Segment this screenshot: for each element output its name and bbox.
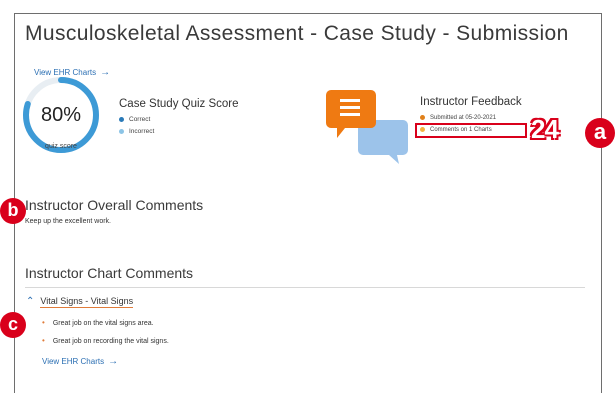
chart-comment-item: • Great job on the vital signs area. (42, 318, 154, 327)
chat-bubbles-icon (326, 90, 408, 164)
vital-signs-group-toggle[interactable]: ⌃ Vital Signs - Vital Signs (26, 296, 134, 308)
instructor-feedback-title: Instructor Feedback (420, 96, 522, 108)
annotation-badge-b: b (0, 198, 26, 224)
chart-comment-text: Great job on recording the vital signs. (52, 338, 169, 345)
bullet-icon: • (42, 336, 45, 345)
correct-dot-icon (119, 116, 124, 122)
quiz-score-title: Case Study Quiz Score (119, 98, 239, 110)
annotation-highlight-box (415, 123, 527, 138)
incorrect-dot-icon (119, 128, 124, 134)
view-ehr-charts-bottom-link[interactable]: View EHR Charts → (42, 356, 118, 367)
legend-incorrect: Incorrect (119, 128, 154, 135)
feedback-submitted: Submitted at 05-20-2021 (420, 115, 496, 121)
legend-incorrect-label: Incorrect (129, 128, 155, 135)
section-divider (25, 287, 585, 288)
page-title: Musculoskeletal Assessment - Case Study … (25, 22, 569, 45)
quiz-score-percent: 80% (40, 104, 82, 126)
arrow-right-icon: → (100, 67, 111, 78)
chart-comment-item: • Great job on recording the vital signs. (42, 336, 169, 345)
overall-comments-text: Keep up the excellent work. (25, 218, 111, 225)
annotation-step-number: 24 (527, 114, 562, 144)
overall-comments-title: Instructor Overall Comments (25, 197, 204, 213)
legend-correct: Correct (119, 116, 150, 123)
chart-comments-title: Instructor Chart Comments (25, 265, 194, 281)
view-ehr-charts-bottom-label: View EHR Charts (42, 357, 105, 366)
arrow-right-icon: → (108, 356, 119, 367)
legend-correct-label: Correct (129, 116, 151, 123)
bullet-icon: • (42, 318, 45, 327)
feedback-submitted-label: Submitted at 05-20-2021 (430, 115, 497, 122)
vital-signs-group-label: Vital Signs - Vital Signs (40, 296, 134, 308)
annotation-badge-c: c (0, 312, 26, 338)
quiz-score-caption: quiz score (45, 143, 77, 150)
chevron-up-icon: ⌃ (26, 296, 35, 307)
annotation-badge-a: a (585, 118, 615, 148)
submitted-dot-icon (420, 115, 425, 120)
chart-comment-text: Great job on the vital signs area. (52, 320, 154, 327)
